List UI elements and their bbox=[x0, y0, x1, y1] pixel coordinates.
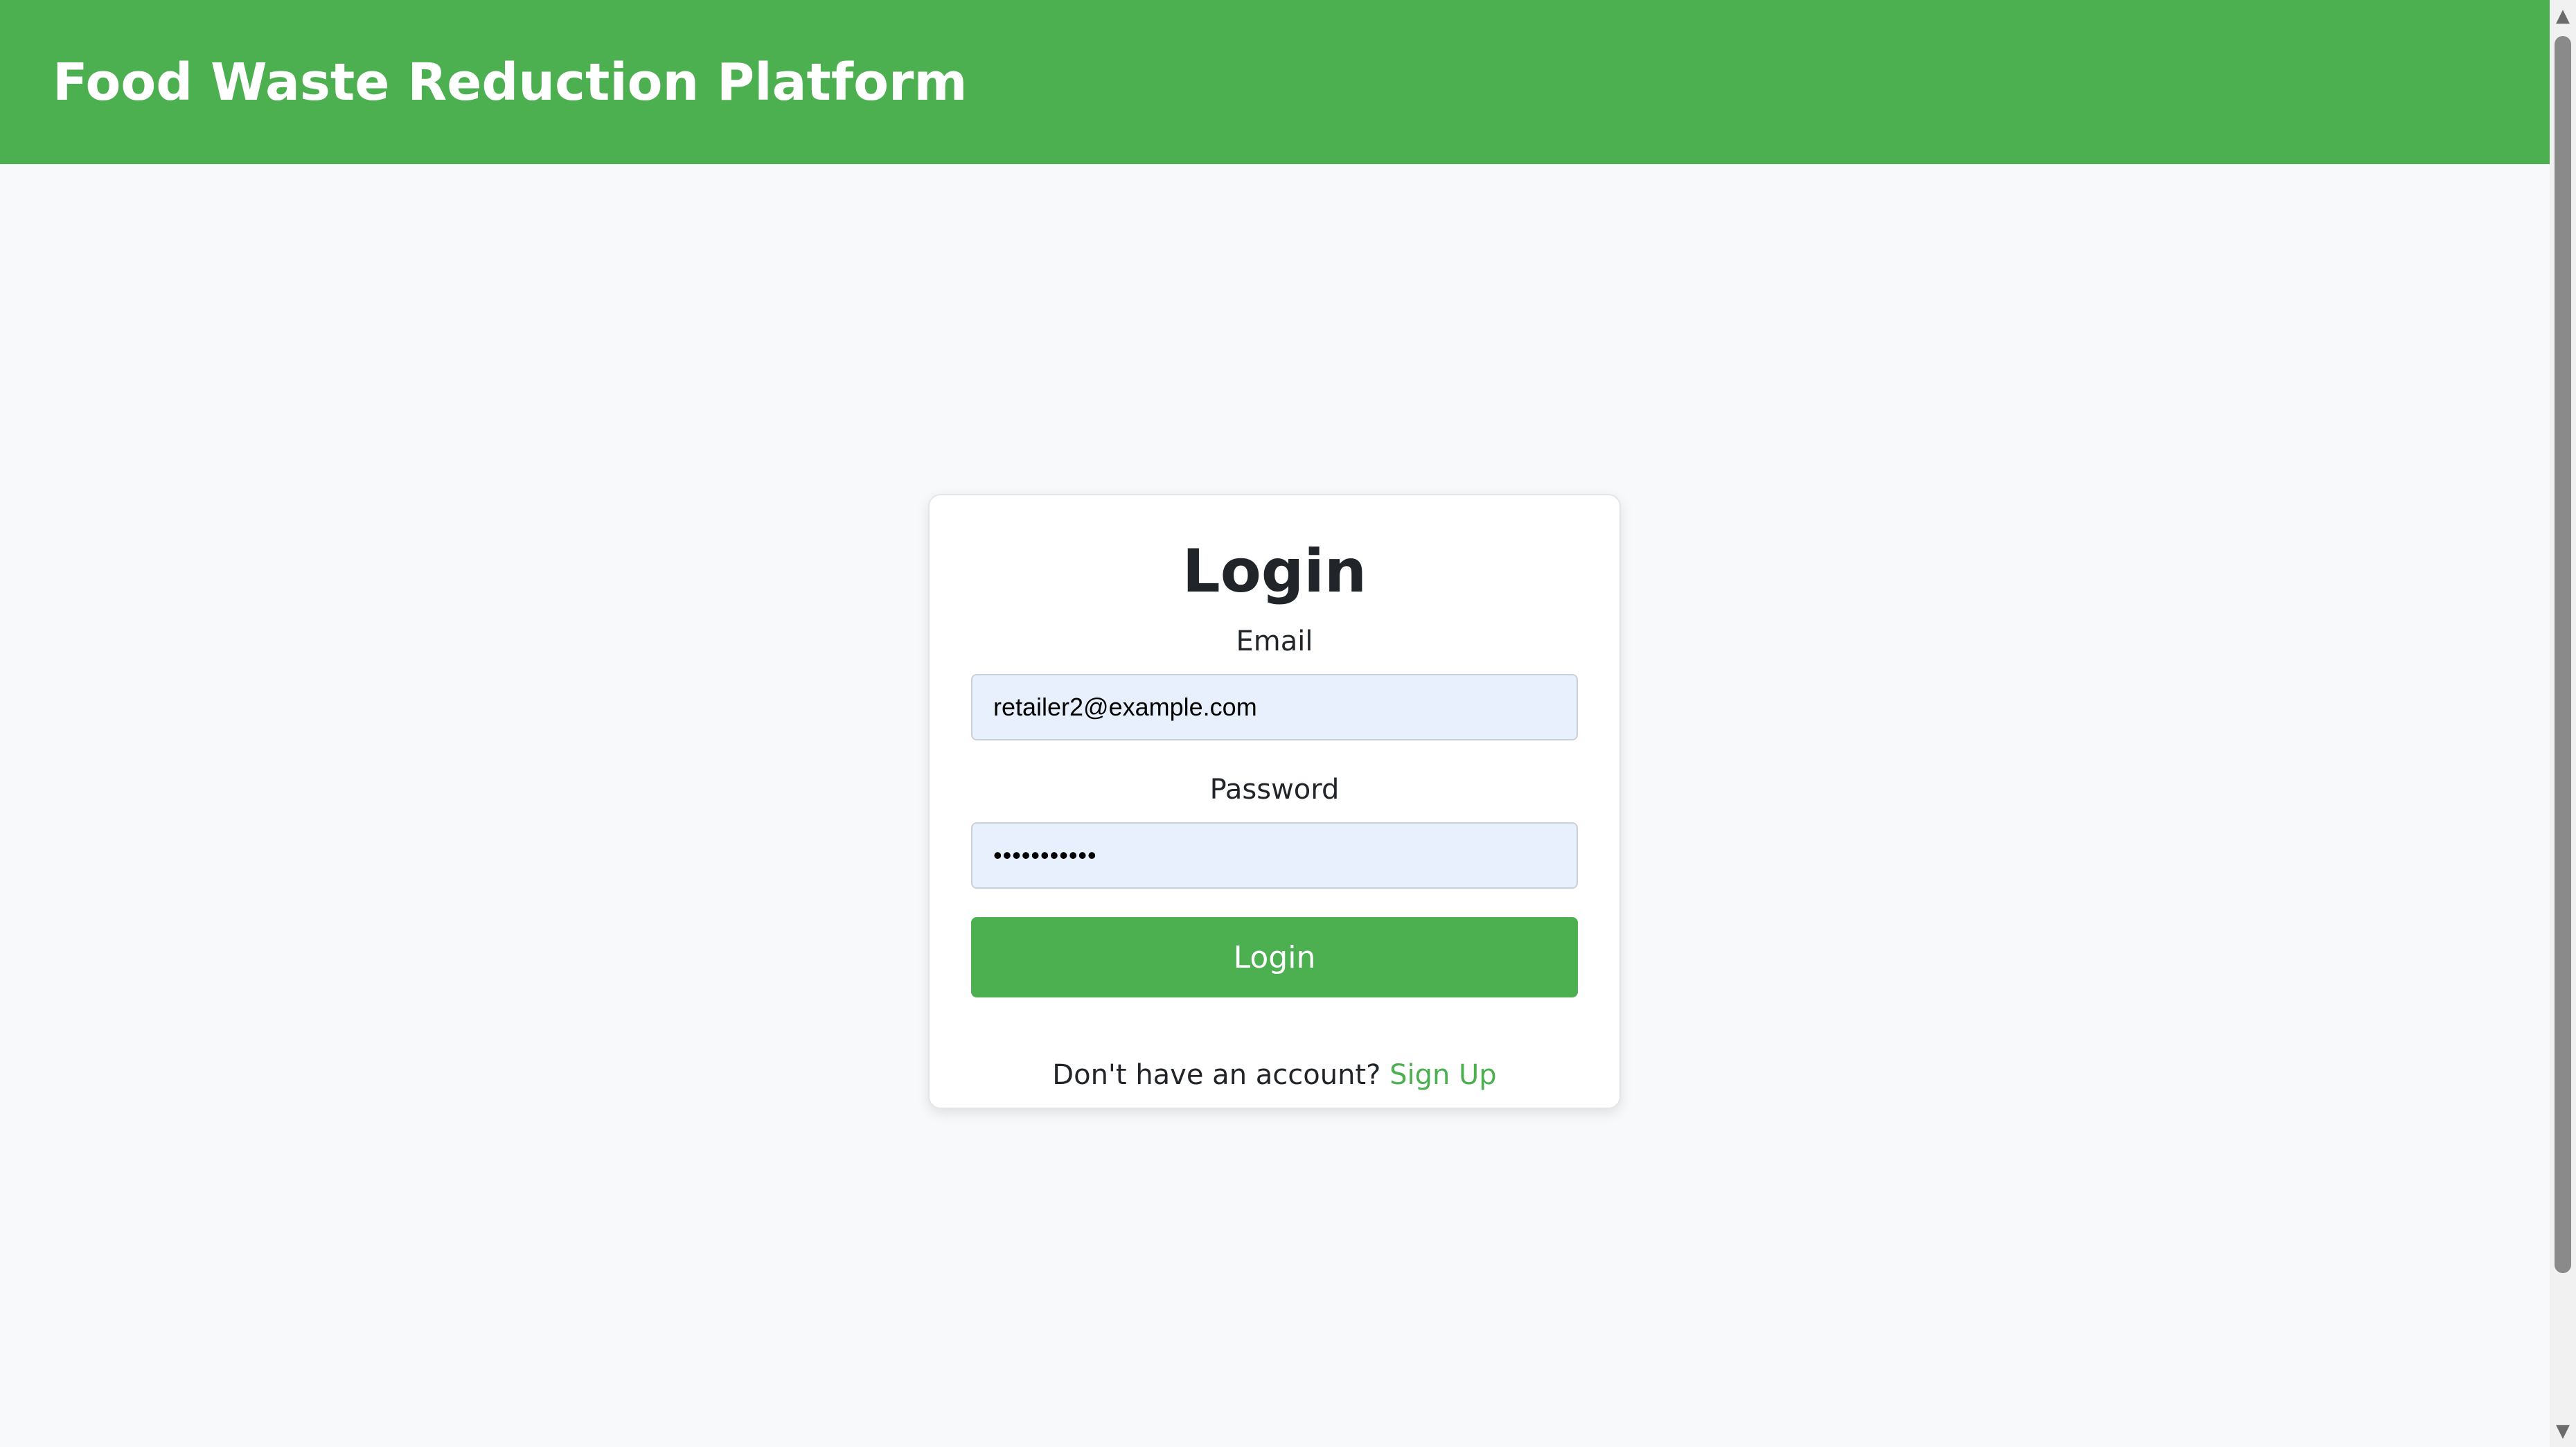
chevron-up-icon[interactable]: ▲ bbox=[2550, 3, 2576, 29]
scrollbar-thumb[interactable] bbox=[2555, 36, 2571, 1273]
signup-prompt-line: Don't have an account? Sign Up bbox=[930, 1059, 1619, 1091]
password-input[interactable] bbox=[971, 822, 1578, 889]
app-header: Food Waste Reduction Platform bbox=[0, 0, 2550, 164]
login-button[interactable]: Login bbox=[971, 917, 1578, 997]
login-card: Login Email Password Login Don't have an… bbox=[928, 494, 1621, 1109]
chevron-down-icon[interactable]: ▼ bbox=[2550, 1418, 2576, 1444]
vertical-scrollbar[interactable]: ▲ ▼ bbox=[2550, 0, 2576, 1447]
email-input[interactable] bbox=[971, 674, 1578, 740]
login-heading: Login bbox=[1182, 537, 1367, 606]
signup-prompt-text: Don't have an account? bbox=[1052, 1059, 1381, 1091]
app-title: Food Waste Reduction Platform bbox=[53, 52, 968, 112]
signup-link[interactable]: Sign Up bbox=[1389, 1059, 1497, 1091]
email-label: Email bbox=[1236, 625, 1313, 657]
password-label: Password bbox=[1209, 774, 1340, 806]
